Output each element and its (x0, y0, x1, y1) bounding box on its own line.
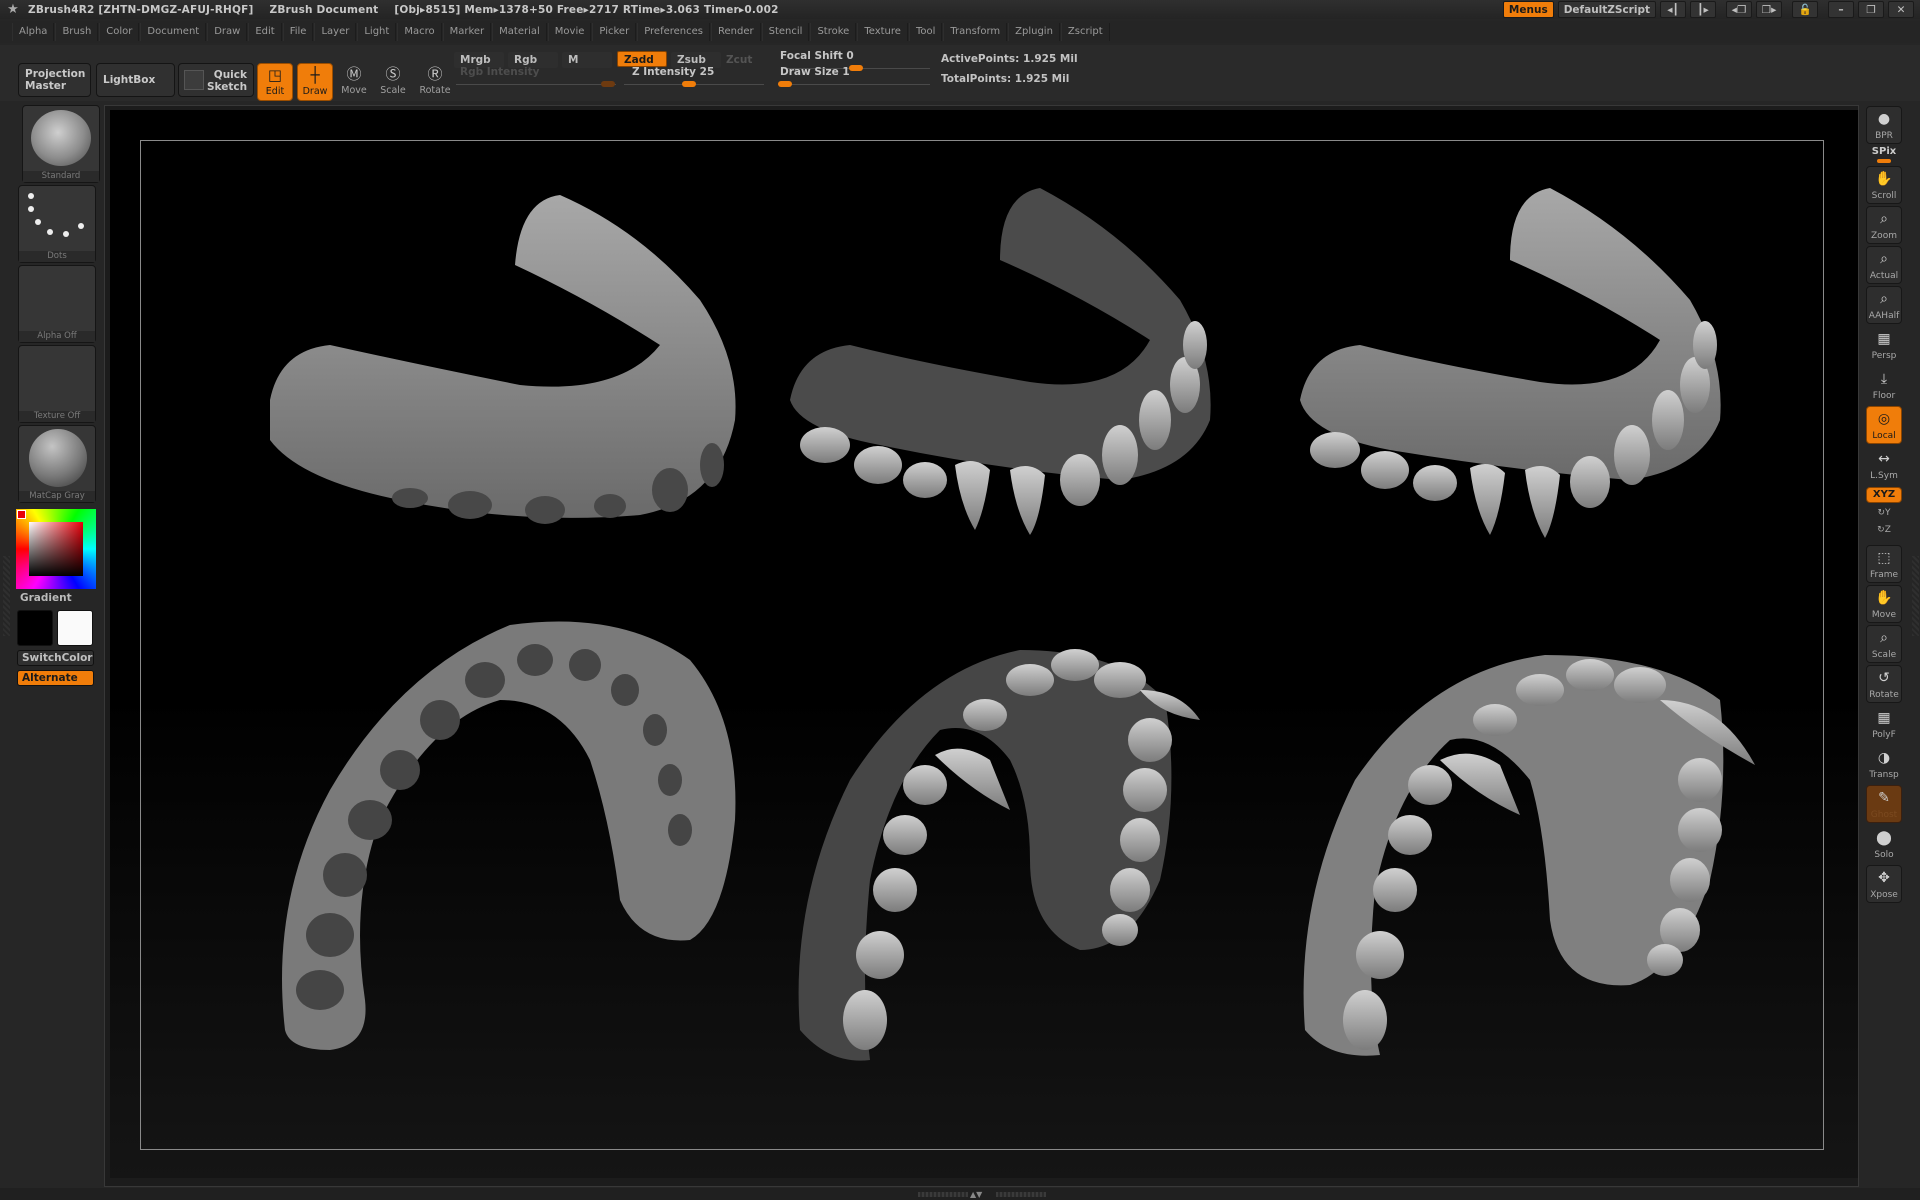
polyf-icon: ▦ (1877, 710, 1891, 726)
floor-icon: ⤓ (1880, 371, 1888, 387)
solo-button[interactable]: ⬤ Solo (1866, 825, 1902, 863)
local-button[interactable]: ◎ Local (1866, 406, 1902, 444)
actual-label: Actual (1869, 271, 1899, 281)
actual-button[interactable]: ⌕ Actual (1866, 246, 1902, 284)
aahalf-label: AAHalf (1868, 311, 1900, 321)
bpr-icon: ● (1877, 111, 1891, 127)
lsym-icon: ↔ (1878, 451, 1890, 467)
spix-label: SPix (1871, 146, 1897, 157)
xyz-button[interactable]: XYZ (1866, 487, 1902, 503)
persp-icon: ▦ (1877, 331, 1891, 347)
polyf-button[interactable]: ▦ PolyF (1866, 705, 1902, 743)
z-button[interactable]: ↻Z (1866, 522, 1902, 538)
move-button[interactable]: ✋ Move (1866, 585, 1902, 623)
model-gum-plain (270, 195, 736, 524)
frame-icon: ⬚ (1877, 550, 1891, 566)
frame-button[interactable]: ⬚ Frame (1866, 545, 1902, 583)
scroll-button[interactable]: ✋ Scroll (1866, 166, 1902, 204)
actual-icon: ⌕ (1880, 251, 1888, 267)
aahalf-icon: ⌕ (1880, 291, 1888, 307)
y-button[interactable]: ↻Y (1866, 505, 1902, 521)
solo-icon: ⬤ (1876, 830, 1892, 846)
frame-label: Frame (1869, 570, 1899, 580)
ghost-button[interactable]: ✎ Ghost (1866, 785, 1902, 823)
move-label: Move (1871, 610, 1897, 620)
rotate-button[interactable]: ↺ Rotate (1866, 665, 1902, 703)
ghost-label: Ghost (1870, 810, 1898, 820)
lsym-button[interactable]: ↔ L.Sym (1866, 446, 1902, 484)
zoom-label: Zoom (1871, 231, 1897, 241)
models-svg (270, 188, 1755, 1061)
xyz-label: XYZ (1872, 489, 1896, 500)
zoom-icon: ⌕ (1880, 211, 1888, 227)
transp-button[interactable]: ◑ Transp (1866, 745, 1902, 783)
transp-icon: ◑ (1877, 750, 1891, 766)
bpr-button[interactable]: ● BPR (1866, 106, 1902, 144)
local-icon: ◎ (1877, 411, 1891, 427)
floor-button[interactable]: ⤓ Floor (1866, 366, 1902, 404)
bottom-tray-handle-right[interactable] (996, 1192, 1046, 1197)
transp-label: Transp (1869, 770, 1899, 780)
spix-button[interactable]: SPix (1866, 146, 1902, 164)
polyf-label: PolyF (1872, 730, 1896, 740)
model-upper-gum-teeth-dark (798, 649, 1200, 1061)
bottom-tray-toggle-icon[interactable]: ▲▼ (970, 1190, 982, 1199)
bpr-label: BPR (1875, 131, 1893, 141)
persp-label: Persp (1871, 351, 1897, 361)
scroll-icon: ✋ (1875, 171, 1893, 187)
z-axis-label: ↻Z (1877, 525, 1891, 535)
rotate-label: Rotate (1869, 690, 1899, 700)
model-gum-teeth-textured (1300, 188, 1721, 538)
floor-label: Floor (1872, 391, 1896, 401)
ghost-icon: ✎ (1878, 790, 1890, 806)
rotate-icon: ↺ (1878, 670, 1890, 686)
xpose-icon: ✥ (1878, 870, 1890, 886)
model-upper-gum-sockets (282, 621, 736, 1050)
y-axis-label: ↻Y (1877, 508, 1891, 518)
scale-icon: ⌕ (1880, 630, 1888, 646)
move-icon: ✋ (1875, 590, 1893, 606)
bottom-tray-handle-left[interactable] (918, 1192, 968, 1197)
zoom-button[interactable]: ⌕ Zoom (1866, 206, 1902, 244)
scale-button[interactable]: ⌕ Scale (1866, 625, 1902, 663)
local-label: Local (1872, 431, 1896, 441)
lsym-label: L.Sym (1870, 471, 1898, 481)
spix-slider[interactable] (1877, 159, 1891, 163)
right-tray-handle[interactable] (1912, 556, 1919, 636)
scale-label: Scale (1871, 650, 1897, 660)
persp-button[interactable]: ▦ Persp (1866, 326, 1902, 364)
model-upper-gum-teeth-textured (1303, 655, 1755, 1056)
aahalf-button[interactable]: ⌕ AAHalf (1866, 286, 1902, 324)
xpose-button[interactable]: ✥ Xpose (1866, 865, 1902, 903)
xpose-label: Xpose (1870, 890, 1898, 900)
solo-label: Solo (1874, 850, 1894, 860)
scroll-label: Scroll (1871, 191, 1897, 201)
model-gum-teeth-dark (790, 188, 1211, 535)
